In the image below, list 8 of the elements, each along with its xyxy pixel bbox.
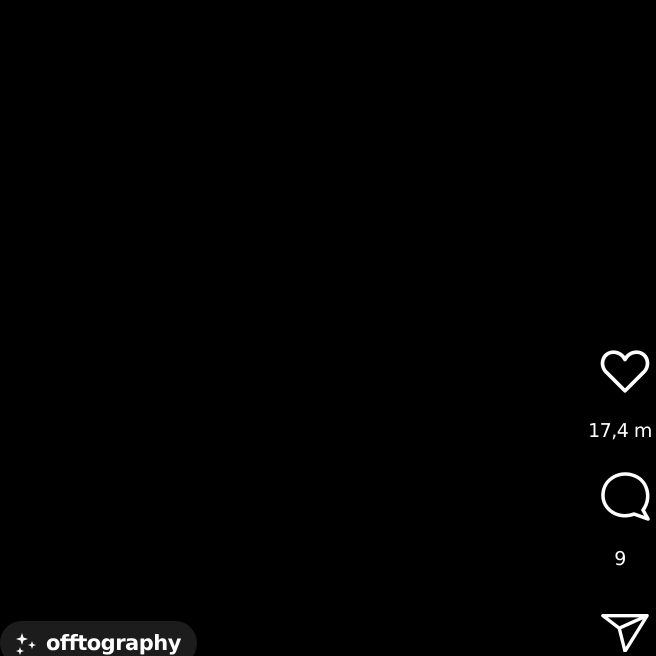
like-count: 17,4 m — [588, 420, 652, 442]
sparkles-icon — [14, 631, 38, 655]
send-icon[interactable] — [600, 612, 650, 652]
heart-icon[interactable] — [599, 348, 651, 394]
comment-count: 9 — [614, 548, 626, 570]
creator-name: offtography — [46, 631, 181, 655]
creator-chip[interactable]: offtography — [0, 621, 197, 656]
comment-icon[interactable] — [599, 470, 651, 522]
